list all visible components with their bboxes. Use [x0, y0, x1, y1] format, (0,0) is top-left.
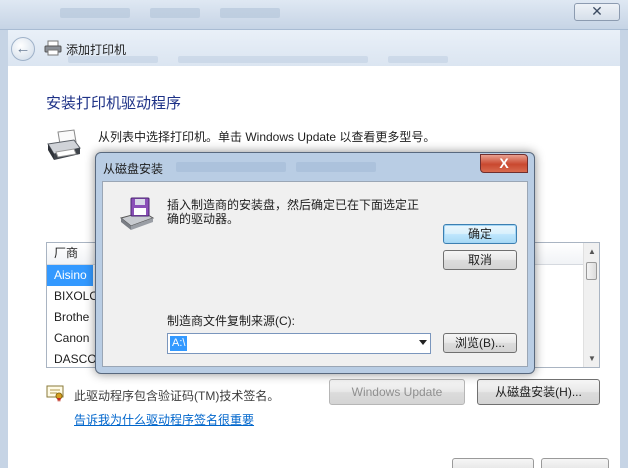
signature-status-text: 此驱动程序包含验证码(TM)技术签名。	[74, 389, 280, 403]
windows-update-button[interactable]: Windows Update	[329, 379, 465, 405]
next-button-partial[interactable]	[452, 458, 534, 468]
chevron-down-icon[interactable]	[419, 340, 427, 345]
blurred-nav-text	[178, 56, 368, 63]
blurred-titlebar-text	[60, 8, 130, 18]
dialog-close-button[interactable]: X	[480, 154, 528, 173]
browse-button[interactable]: 浏览(B)...	[443, 333, 517, 353]
install-from-disk-dialog: 从磁盘安装 X 插入制造商的安装盘，然后确定已在下面选定正确的驱动器。 确定 取…	[95, 152, 535, 374]
window-close-button[interactable]: ✕	[574, 3, 620, 21]
back-arrow-icon[interactable]: ←	[11, 37, 35, 61]
page-heading: 安装打印机驱动程序	[46, 95, 182, 112]
blurred-titlebar-text	[150, 8, 200, 18]
have-disk-button[interactable]: 从磁盘安装(H)...	[477, 379, 600, 405]
printer-icon	[47, 129, 81, 160]
list-item[interactable]: Aisino	[47, 265, 93, 286]
wizard-nav-bar: ← 添加打印机	[8, 30, 620, 66]
scroll-up-icon[interactable]: ▲	[584, 243, 600, 260]
dialog-message: 插入制造商的安装盘，然后确定已在下面选定正确的驱动器。	[167, 198, 420, 226]
ok-button[interactable]: 确定	[443, 224, 517, 244]
scroll-down-icon[interactable]: ▼	[584, 350, 600, 367]
blurred-nav-text	[388, 56, 448, 63]
intro-text: 从列表中选择打印机。单击 Windows Update 以查看更多型号。	[98, 130, 436, 144]
list-scrollbar[interactable]: ▲ ▼	[583, 243, 599, 367]
blurred-title-text	[296, 162, 376, 172]
window-titlebar: ✕	[0, 0, 628, 30]
certificate-icon	[46, 385, 64, 402]
install-disk-icon	[119, 197, 155, 230]
dialog-body: 插入制造商的安装盘，然后确定已在下面选定正确的驱动器。 确定 取消 制造商文件复…	[102, 181, 528, 367]
driver-signing-info-link[interactable]: 告诉我为什么驱动程序签名很重要	[74, 411, 254, 428]
copy-from-value[interactable]: A:\	[170, 336, 188, 351]
blurred-nav-text	[68, 56, 158, 63]
cancel-button[interactable]: 取消	[443, 250, 517, 270]
printer-icon	[44, 40, 62, 56]
copy-from-label: 制造商文件复制来源(C):	[167, 314, 295, 328]
copy-from-combobox[interactable]: A:\	[167, 333, 431, 354]
dialog-title: 从磁盘安装	[103, 162, 164, 176]
blurred-title-text	[176, 162, 286, 172]
cancel-button-partial[interactable]	[541, 458, 609, 468]
scroll-thumb[interactable]	[586, 262, 597, 280]
blurred-titlebar-text	[220, 8, 280, 18]
